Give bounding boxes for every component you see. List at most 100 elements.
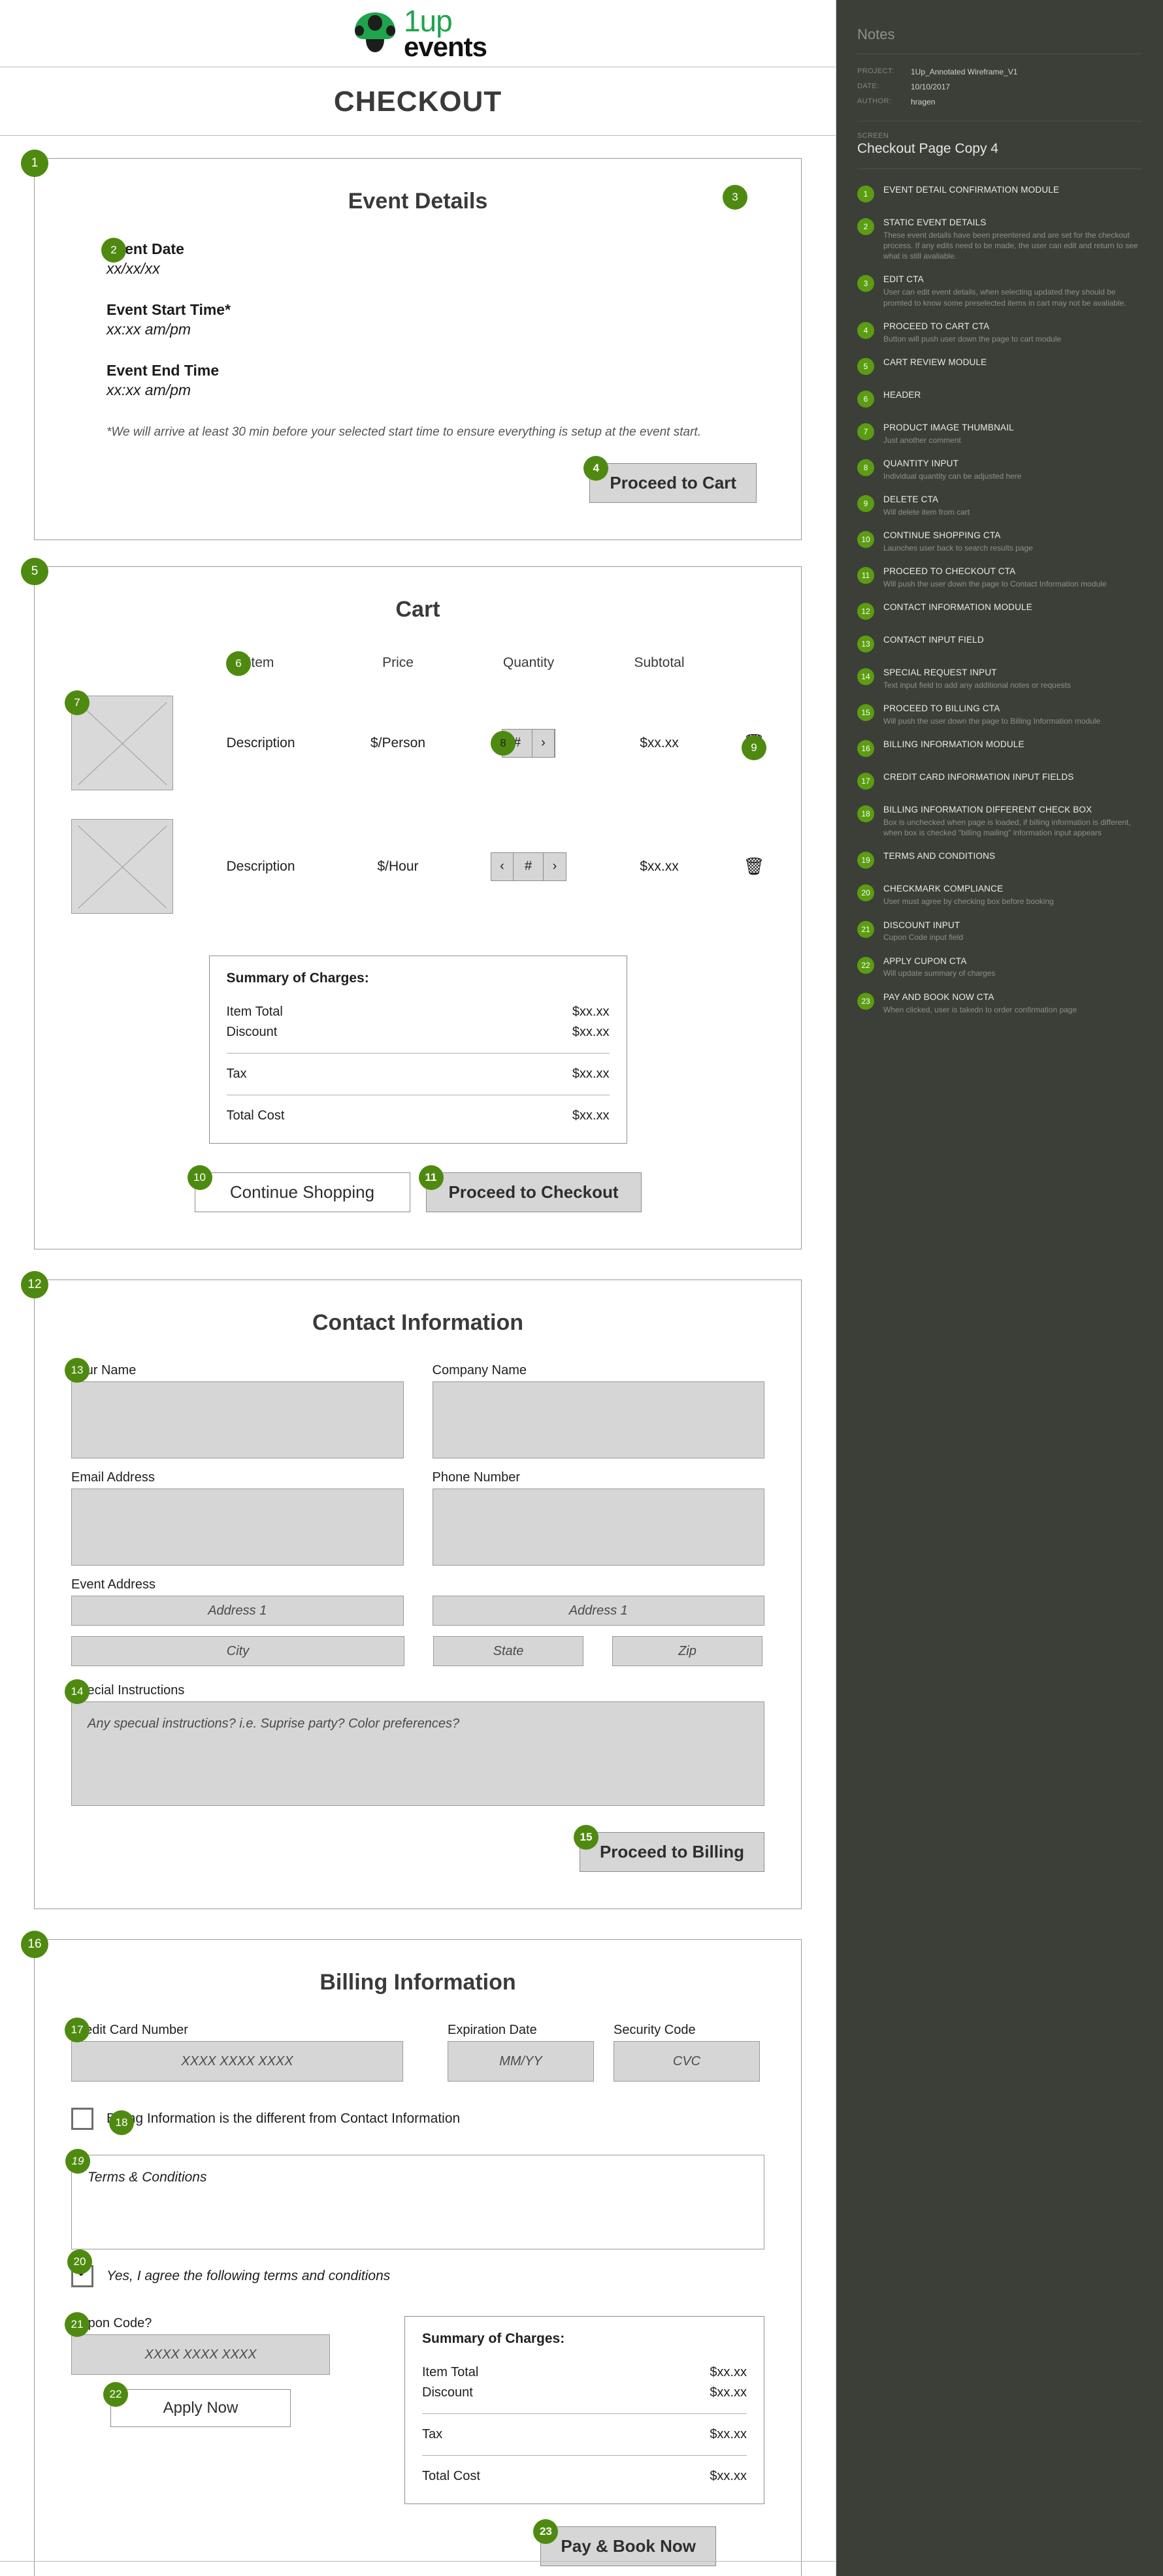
- trash-icon[interactable]: 🗑: [743, 856, 764, 876]
- note-item: 21 DISCOUNT INPUT Cupon Code input field: [857, 920, 1142, 943]
- marker-13-contact-input-field[interactable]: 13: [65, 1358, 90, 1383]
- note-item: 6 HEADER: [857, 390, 1142, 410]
- expiration-date-input[interactable]: MM/YY: [448, 2041, 594, 2082]
- note-body: QUANTITY INPUT Individual quantity can be…: [883, 459, 1021, 481]
- note-number-badge: 21: [857, 920, 874, 938]
- cart-row: Description $/Hour ‹ # › $xx.xx 🗑: [35, 790, 801, 914]
- note-number-badge: 6: [857, 390, 874, 408]
- marker-10-continue-shopping[interactable]: 10: [187, 1165, 212, 1190]
- credit-card-number-input[interactable]: XXXX XXXX XXXX: [71, 2041, 403, 2082]
- summary-divider: [226, 1053, 610, 1054]
- marker-5-cart-review-module[interactable]: 5: [21, 558, 48, 585]
- city-input[interactable]: City: [71, 1636, 404, 1666]
- address-1-input[interactable]: Address 1: [71, 1596, 404, 1626]
- address-2-input[interactable]: Address 1: [432, 1596, 764, 1626]
- project-key: PROJECT:: [857, 67, 894, 75]
- quantity-value[interactable]: #: [514, 852, 544, 880]
- your-name-input[interactable]: [71, 1381, 404, 1458]
- quantity-stepper[interactable]: ‹ # ›: [491, 852, 566, 881]
- cart-row-description: Description: [226, 735, 295, 750]
- proceed-to-cart-button[interactable]: 4 Proceed to Cart: [583, 456, 757, 503]
- pay-and-book-now-button[interactable]: 23 Pay & Book Now: [533, 2519, 716, 2566]
- marker-2-static-event-details[interactable]: 2: [101, 238, 126, 263]
- note-title: PROCEED TO CART CTA: [883, 321, 990, 331]
- event-end-time-value: xx:xx am/pm: [106, 381, 191, 398]
- note-title: CART REVIEW MODULE: [883, 357, 987, 367]
- apply-now-button[interactable]: 22 Apply Now: [103, 2382, 291, 2427]
- marker-3-edit-cta[interactable]: 3: [723, 185, 747, 210]
- marker-21-discount-input[interactable]: 21: [65, 2312, 90, 2337]
- cart-summary-title: Summary of Charges:: [226, 971, 369, 986]
- state-input[interactable]: State: [433, 1636, 583, 1666]
- quantity-increment-icon[interactable]: ›: [544, 853, 566, 880]
- note-item: 10 CONTINUE SHOPPING CTA Launches user bac…: [857, 530, 1142, 553]
- note-body: CONTINUE SHOPPING CTA Launches user back …: [883, 530, 1033, 553]
- marker-17-credit-card-fields[interactable]: 17: [65, 2018, 90, 2042]
- marker-6-header[interactable]: 6: [226, 651, 251, 676]
- security-code-input[interactable]: CVC: [614, 2041, 760, 2082]
- marker-22-apply-coupon-cta[interactable]: 22: [103, 2382, 128, 2407]
- continue-shopping-button[interactable]: 10 Continue Shopping: [187, 1165, 410, 1212]
- marker-9-delete-cta[interactable]: 9: [742, 735, 766, 760]
- phone-number-input[interactable]: [432, 1489, 764, 1566]
- billing-different-checkbox[interactable]: [71, 2108, 93, 2130]
- note-number-badge: 20: [857, 884, 874, 902]
- marker-11-proceed-to-checkout[interactable]: 11: [418, 1165, 444, 1190]
- marker-23-pay-and-book-now[interactable]: 23: [533, 2519, 559, 2544]
- marker-12-contact-information-module[interactable]: 12: [21, 1271, 48, 1298]
- note-item: 18 BILLING INFORMATION DIFFERENT CHECK BO…: [857, 805, 1142, 838]
- zip-input[interactable]: Zip: [612, 1636, 762, 1666]
- marker-8-quantity-input[interactable]: 8: [491, 730, 516, 756]
- marker-4-proceed-to-cart[interactable]: 4: [583, 456, 609, 481]
- brand-name-events: events: [403, 31, 487, 62]
- note-body: CREDIT CARD INFORMATION INPUT FIELDS: [883, 772, 1073, 792]
- billing-summary-of-charges: Summary of Charges: Item Total $xx.xx Dis…: [404, 2316, 764, 2504]
- marker-14-special-request-input[interactable]: 14: [65, 1679, 90, 1704]
- note-number-badge: 11: [857, 567, 874, 584]
- note-description: Will push the user down the page to Bill…: [883, 716, 1101, 726]
- note-body: BILLING INFORMATION MODULE: [883, 739, 1024, 759]
- quantity-stepper[interactable]: # › 8: [491, 728, 555, 758]
- note-body: SPECIAL REQUEST INPUT Text input field to…: [883, 668, 1071, 690]
- note-body: PROCEED TO BILLING CTA Will push the user…: [883, 703, 1100, 726]
- proceed-to-billing-button[interactable]: 15 Proceed to Billing: [573, 1825, 764, 1872]
- brand-logo[interactable]: 1up events: [349, 6, 487, 61]
- note-item: 15 PROCEED TO BILLING CTA Will push the us…: [857, 703, 1142, 726]
- note-description: User can edit event details, when select…: [883, 287, 1126, 308]
- email-address-input[interactable]: [71, 1489, 404, 1566]
- coupon-code-input[interactable]: XXXX XXXX XXXX: [71, 2334, 330, 2375]
- company-name-input[interactable]: [432, 1381, 764, 1458]
- quantity-decrement-icon[interactable]: ‹: [491, 852, 514, 880]
- marker-7-product-image-thumbnail[interactable]: 7: [65, 690, 90, 715]
- billing-information-module: 16 Billing Information 17 Credit Card Nu…: [21, 1931, 802, 2576]
- note-body: PROCEED TO CHECKOUT CTA Will push the use…: [883, 566, 1107, 589]
- proceed-to-cart-label: Proceed to Cart: [610, 473, 736, 492]
- cart-col-price: Price: [382, 655, 414, 670]
- note-title: PROCEED TO CHECKOUT CTA: [883, 566, 1016, 576]
- special-instructions-input[interactable]: Any specual instructions? i.e. Suprise p…: [71, 1701, 764, 1806]
- note-description: Cupon Code input field: [883, 933, 964, 942]
- marker-19-terms-and-conditions[interactable]: 19: [65, 2149, 90, 2174]
- proceed-to-checkout-button[interactable]: 11 Proceed to Checkout: [418, 1165, 642, 1212]
- terms-and-conditions-box[interactable]: 19 Terms & Conditions: [65, 2149, 764, 2249]
- screen-value: Checkout Page Copy 4: [857, 141, 998, 156]
- marker-15-proceed-to-billing[interactable]: 15: [573, 1825, 598, 1850]
- wireframe-canvas: 1up events CHECKOUT 1 Event Details 3 2 …: [0, 0, 836, 2576]
- note-number-badge: 8: [857, 459, 874, 476]
- note-item: 23 PAY AND BOOK NOW CTA When clicked, user…: [857, 992, 1142, 1015]
- billing-item-total-value: $xx.xx: [710, 2365, 747, 2379]
- notes-meta-project: PROJECT: 1Up_Annotated Wireframe_V1: [857, 67, 1142, 76]
- marker-18-billing-different-checkbox[interactable]: 18: [109, 2110, 134, 2135]
- note-body: HEADER: [883, 390, 921, 410]
- note-item: 8 QUANTITY INPUT Individual quantity can b…: [857, 459, 1142, 481]
- event-address-label: Event Address: [71, 1577, 156, 1592]
- event-date-field: Event Date xx/xx/xx: [106, 240, 729, 278]
- quantity-increment-icon[interactable]: ›: [532, 729, 555, 757]
- product-image-thumbnail[interactable]: [71, 819, 173, 914]
- marker-1-event-detail-module[interactable]: 1: [21, 150, 48, 177]
- credit-card-number-label: Credit Card Number: [71, 2023, 188, 2037]
- marker-16-billing-information-module[interactable]: 16: [21, 1931, 48, 1958]
- marker-20-checkmark-compliance[interactable]: 20: [67, 2249, 92, 2274]
- billing-summary-title: Summary of Charges:: [422, 2331, 565, 2346]
- event-details-actions: 4 Proceed to Cart: [35, 440, 801, 539]
